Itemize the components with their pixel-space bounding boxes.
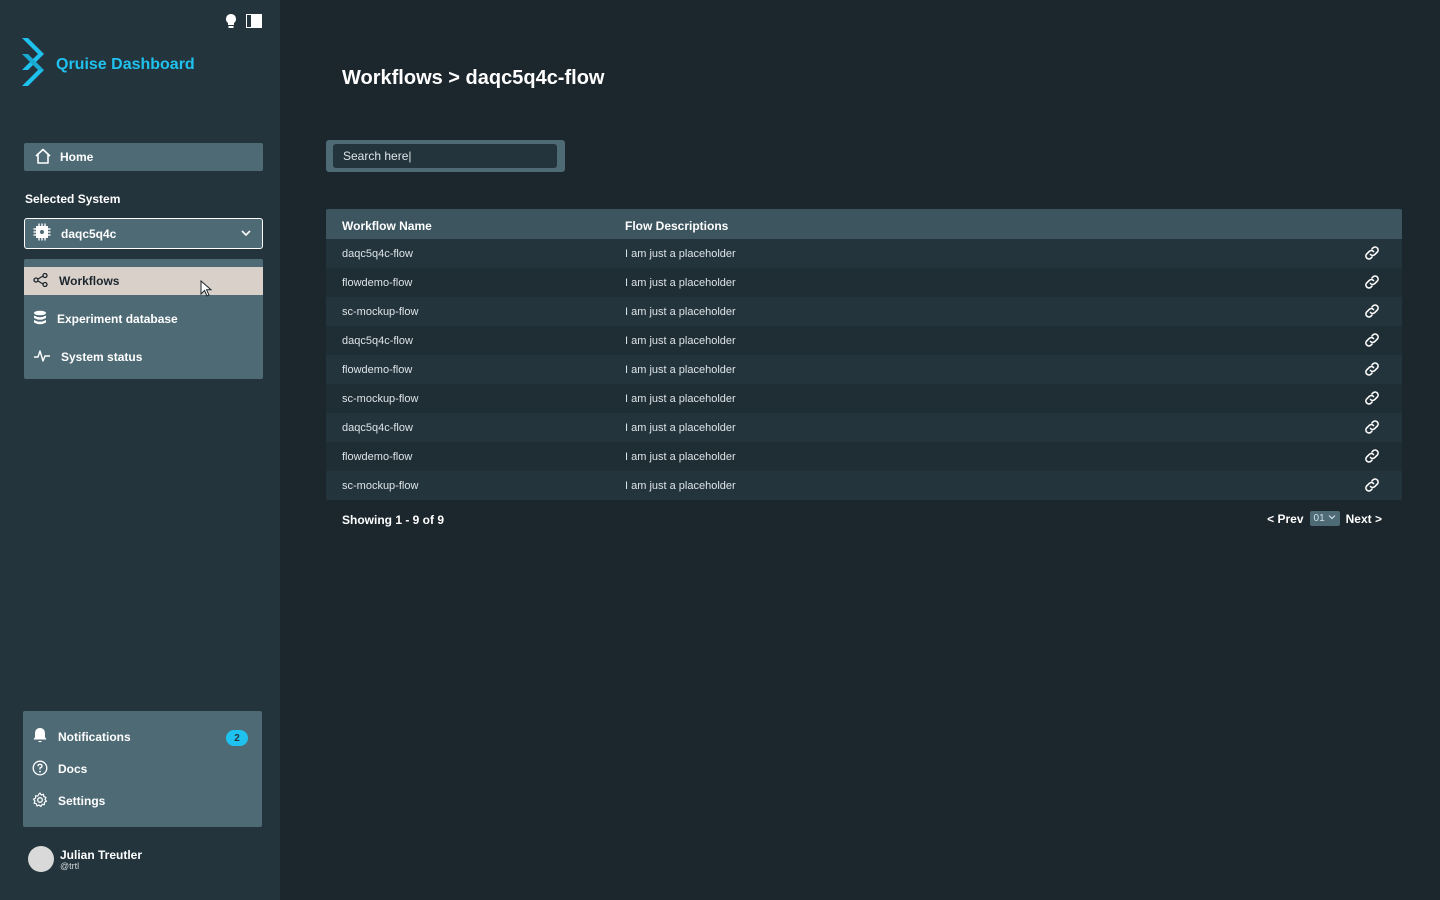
search-container	[326, 140, 565, 172]
table-row[interactable]: daqc5q4c-flow I am just a placeholder	[326, 413, 1402, 442]
table-body: daqc5q4c-flow I am just a placeholder fl…	[326, 239, 1402, 500]
flow-description-cell: I am just a placeholder	[625, 480, 736, 492]
link-icon[interactable]	[1362, 302, 1382, 323]
table-row[interactable]: flowdemo-flow I am just a placeholder	[326, 355, 1402, 384]
workflow-name-cell: flowdemo-flow	[342, 364, 413, 376]
prev-page-button[interactable]: < Prev	[1267, 512, 1303, 526]
sidebar-item-system-status[interactable]: System status	[24, 343, 263, 371]
table-row[interactable]: sc-mockup-flow I am just a placeholder	[326, 384, 1402, 413]
workflow-table: Workflow Name Flow Descriptions daqc5q4c…	[326, 209, 1402, 500]
sidebar-item-docs[interactable]: Docs	[23, 757, 262, 781]
table-header: Workflow Name Flow Descriptions	[326, 209, 1402, 239]
bottom-nav-group: Notifications 2 Docs Settings	[23, 711, 262, 827]
workflow-name-cell: daqc5q4c-flow	[342, 248, 413, 260]
link-icon[interactable]	[1362, 360, 1382, 381]
chip-icon	[33, 223, 51, 244]
pagination: < Prev 01 Next >	[1267, 511, 1382, 526]
page-select[interactable]: 01	[1309, 511, 1340, 526]
table-row[interactable]: flowdemo-flow I am just a placeholder	[326, 268, 1402, 297]
flow-description-cell: I am just a placeholder	[625, 364, 736, 376]
help-circle-icon	[32, 760, 48, 779]
sidebar-item-label: Notifications	[58, 730, 131, 744]
link-icon[interactable]	[1362, 476, 1382, 497]
workflow-name-cell: flowdemo-flow	[342, 277, 413, 289]
table-row[interactable]: sc-mockup-flow I am just a placeholder	[326, 297, 1402, 326]
user-name: Julian Treutler	[60, 847, 143, 862]
sidebar-item-workflows[interactable]: Workflows	[24, 267, 263, 297]
sidebar-item-label: Docs	[58, 762, 88, 776]
next-page-button[interactable]: Next >	[1346, 512, 1382, 526]
link-icon[interactable]	[1362, 273, 1382, 294]
qruise-logo-icon	[22, 38, 46, 91]
sidebar: Qruise Dashboard Home Selected System da…	[0, 0, 280, 900]
flow-description-cell: I am just a placeholder	[625, 422, 736, 434]
user-handle: @trtl	[60, 860, 80, 871]
pagination-summary: Showing 1 - 9 of 9	[342, 513, 445, 527]
workflow-name-cell: sc-mockup-flow	[342, 393, 419, 405]
page-title: Workflows > daqc5q4c-flow	[342, 67, 605, 89]
page-select-value: 01	[1313, 513, 1325, 524]
sidebar-top-icons	[224, 13, 262, 29]
link-icon[interactable]	[1362, 447, 1382, 468]
logo[interactable]: Qruise Dashboard	[22, 38, 195, 91]
flow-description-cell: I am just a placeholder	[625, 306, 736, 318]
system-select[interactable]: daqc5q4c	[24, 218, 263, 249]
workflow-name-cell: daqc5q4c-flow	[342, 422, 413, 434]
link-icon[interactable]	[1362, 389, 1382, 410]
mouse-cursor-icon	[200, 279, 214, 301]
flow-description-cell: I am just a placeholder	[625, 451, 736, 463]
user-info: Julian Treutler @trtl	[60, 848, 142, 871]
chevron-down-icon	[240, 227, 252, 242]
sidebar-item-label: Settings	[58, 794, 106, 808]
sidebar-item-label: Experiment database	[57, 312, 178, 326]
link-icon[interactable]	[1362, 244, 1382, 265]
search-input[interactable]	[333, 144, 557, 168]
sidebar-item-experiment-database[interactable]: Experiment database	[24, 305, 263, 333]
bell-icon	[32, 727, 48, 747]
avatar	[28, 846, 54, 872]
notification-badge: 2	[226, 730, 248, 746]
home-icon	[34, 148, 52, 167]
chevron-down-icon	[1328, 513, 1336, 524]
workflow-name-cell: sc-mockup-flow	[342, 480, 419, 492]
link-icon[interactable]	[1362, 331, 1382, 352]
gear-icon	[32, 791, 48, 811]
column-header-flow-descriptions[interactable]: Flow Descriptions	[625, 219, 728, 233]
table-row[interactable]: flowdemo-flow I am just a placeholder	[326, 442, 1402, 471]
flow-description-cell: I am just a placeholder	[625, 335, 736, 347]
workflow-name-cell: daqc5q4c-flow	[342, 335, 413, 347]
workflow-icon	[33, 272, 49, 290]
home-button[interactable]: Home	[24, 143, 263, 171]
sidebar-item-label: Workflows	[59, 274, 120, 288]
sidebar-item-settings[interactable]: Settings	[23, 789, 262, 813]
column-header-workflow-name[interactable]: Workflow Name	[342, 219, 432, 233]
user-profile[interactable]: Julian Treutler @trtl	[28, 846, 142, 872]
flow-description-cell: I am just a placeholder	[625, 393, 736, 405]
database-icon	[33, 310, 47, 329]
home-label: Home	[60, 150, 94, 164]
table-row[interactable]: daqc5q4c-flow I am just a placeholder	[326, 326, 1402, 355]
app-title: Qruise Dashboard	[56, 55, 195, 73]
workflow-name-cell: sc-mockup-flow	[342, 306, 419, 318]
flow-description-cell: I am just a placeholder	[625, 248, 736, 260]
sidebar-item-notifications[interactable]: Notifications 2	[23, 725, 262, 749]
system-select-value: daqc5q4c	[61, 226, 117, 241]
workflow-name-cell: flowdemo-flow	[342, 451, 413, 463]
sidebar-item-label: System status	[61, 350, 143, 364]
nav-group: Workflows Experiment database System sta…	[24, 259, 263, 379]
table-row[interactable]: daqc5q4c-flow I am just a placeholder	[326, 239, 1402, 268]
selected-system-label: Selected System	[25, 192, 121, 206]
flow-description-cell: I am just a placeholder	[625, 277, 736, 289]
sidebar-toggle-icon[interactable]	[246, 14, 262, 28]
link-icon[interactable]	[1362, 418, 1382, 439]
activity-icon	[33, 349, 51, 366]
table-row[interactable]: sc-mockup-flow I am just a placeholder	[326, 471, 1402, 500]
lightbulb-icon[interactable]	[224, 13, 238, 29]
